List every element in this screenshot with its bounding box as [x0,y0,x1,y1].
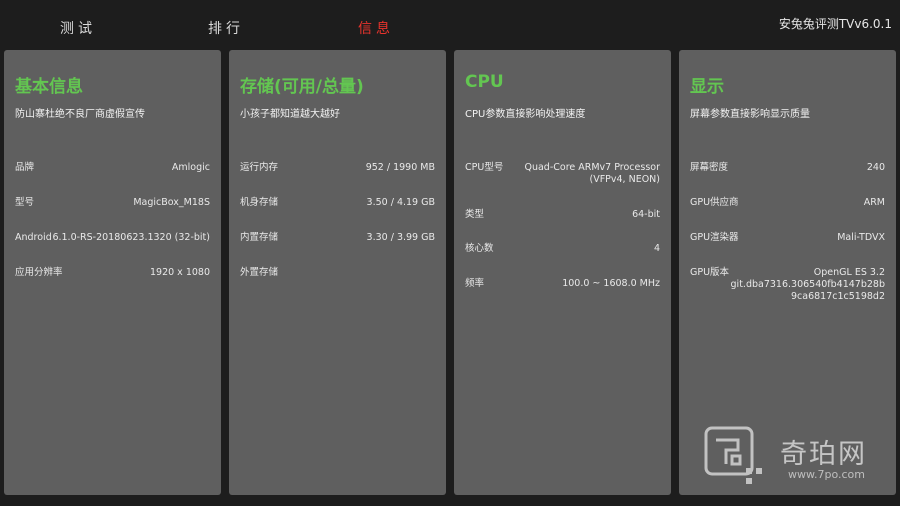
row-value: 64-bit [632,209,660,220]
panel-subtitle: CPU参数直接影响处理速度 [465,109,586,120]
panel-subtitle: 防山寨杜绝不良厂商虚假宣传 [15,109,145,120]
row-value: 3.50 / 4.19 GB [366,197,435,208]
panel-subtitle: 小孩子都知道越大越好 [240,109,340,120]
panel-title: CPU [465,72,504,92]
row-value: 952 / 1990 MB [365,162,435,173]
row-label: GPU供应商 [690,197,739,208]
row-value: 240 [866,162,885,173]
row-value: Mali-TDVX [837,232,885,243]
app-title: 安兔兔评测TVv6.0.1 [778,17,892,31]
row-label: CPU型号 [465,162,504,173]
tab-info[interactable]: 信息 [358,18,394,38]
row-value: 3.30 / 3.99 GB [366,232,435,243]
row-label: 型号 [15,197,35,208]
row-label: 屏幕密度 [690,162,729,173]
panel-subtitle: 屏幕参数直接影响显示质量 [690,109,810,120]
row-value: Quad-Core ARMv7 Processor (VFPv4, NEON) [524,162,660,185]
row-value: 4 [653,243,660,254]
panel-basic-info: 基本信息 防山寨杜绝不良厂商虚假宣传 品牌 Amlogic 型号 MagicBo… [4,50,221,495]
panel-cpu: CPU CPU参数直接影响处理速度 CPU型号 Quad-Core ARMv7 … [454,50,671,495]
tab-ranking[interactable]: 排行 [208,18,244,38]
site-logo-icon [704,426,762,484]
row-label: 频率 [465,278,485,289]
row-value: 100.0 ~ 1608.0 MHz [562,278,660,289]
watermark-url: www.7po.com [788,468,865,481]
panel-title: 基本信息 [15,77,83,97]
row-label: 类型 [465,209,485,220]
panel-title: 显示 [690,77,724,97]
row-label: Android [15,232,52,243]
row-value: 6.1.0-RS-20180623.1320 (32-bit) [52,232,210,243]
row-label: 运行内存 [240,162,279,173]
row-label: 内置存储 [240,232,279,243]
top-nav-bar: 测试 排行 信息 安兔兔评测TVv6.0.1 [0,0,900,50]
row-value: 1920 x 1080 [149,267,210,278]
watermark: 奇珀网 www.7po.com [702,424,892,494]
tab-test[interactable]: 测试 [60,18,96,38]
row-value: OpenGL ES 3.2 git.dba7316.306540fb4147b2… [730,267,885,302]
row-label: 应用分辨率 [15,267,63,278]
row-value: Amlogic [171,162,210,173]
row-label: 机身存储 [240,197,279,208]
row-label: 核心数 [465,243,494,254]
row-label: 外置存储 [240,267,279,278]
row-label: GPU版本 [690,267,730,278]
row-label: 品牌 [15,162,35,173]
row-value: MagicBox_M18S [133,197,210,208]
panel-storage: 存储(可用/总量) 小孩子都知道越大越好 运行内存 952 / 1990 MB … [229,50,446,495]
watermark-name: 奇珀网 [780,439,867,470]
panel-title: 存储(可用/总量) [240,77,364,97]
row-value: ARM [863,197,885,208]
row-label: GPU渲染器 [690,232,739,243]
